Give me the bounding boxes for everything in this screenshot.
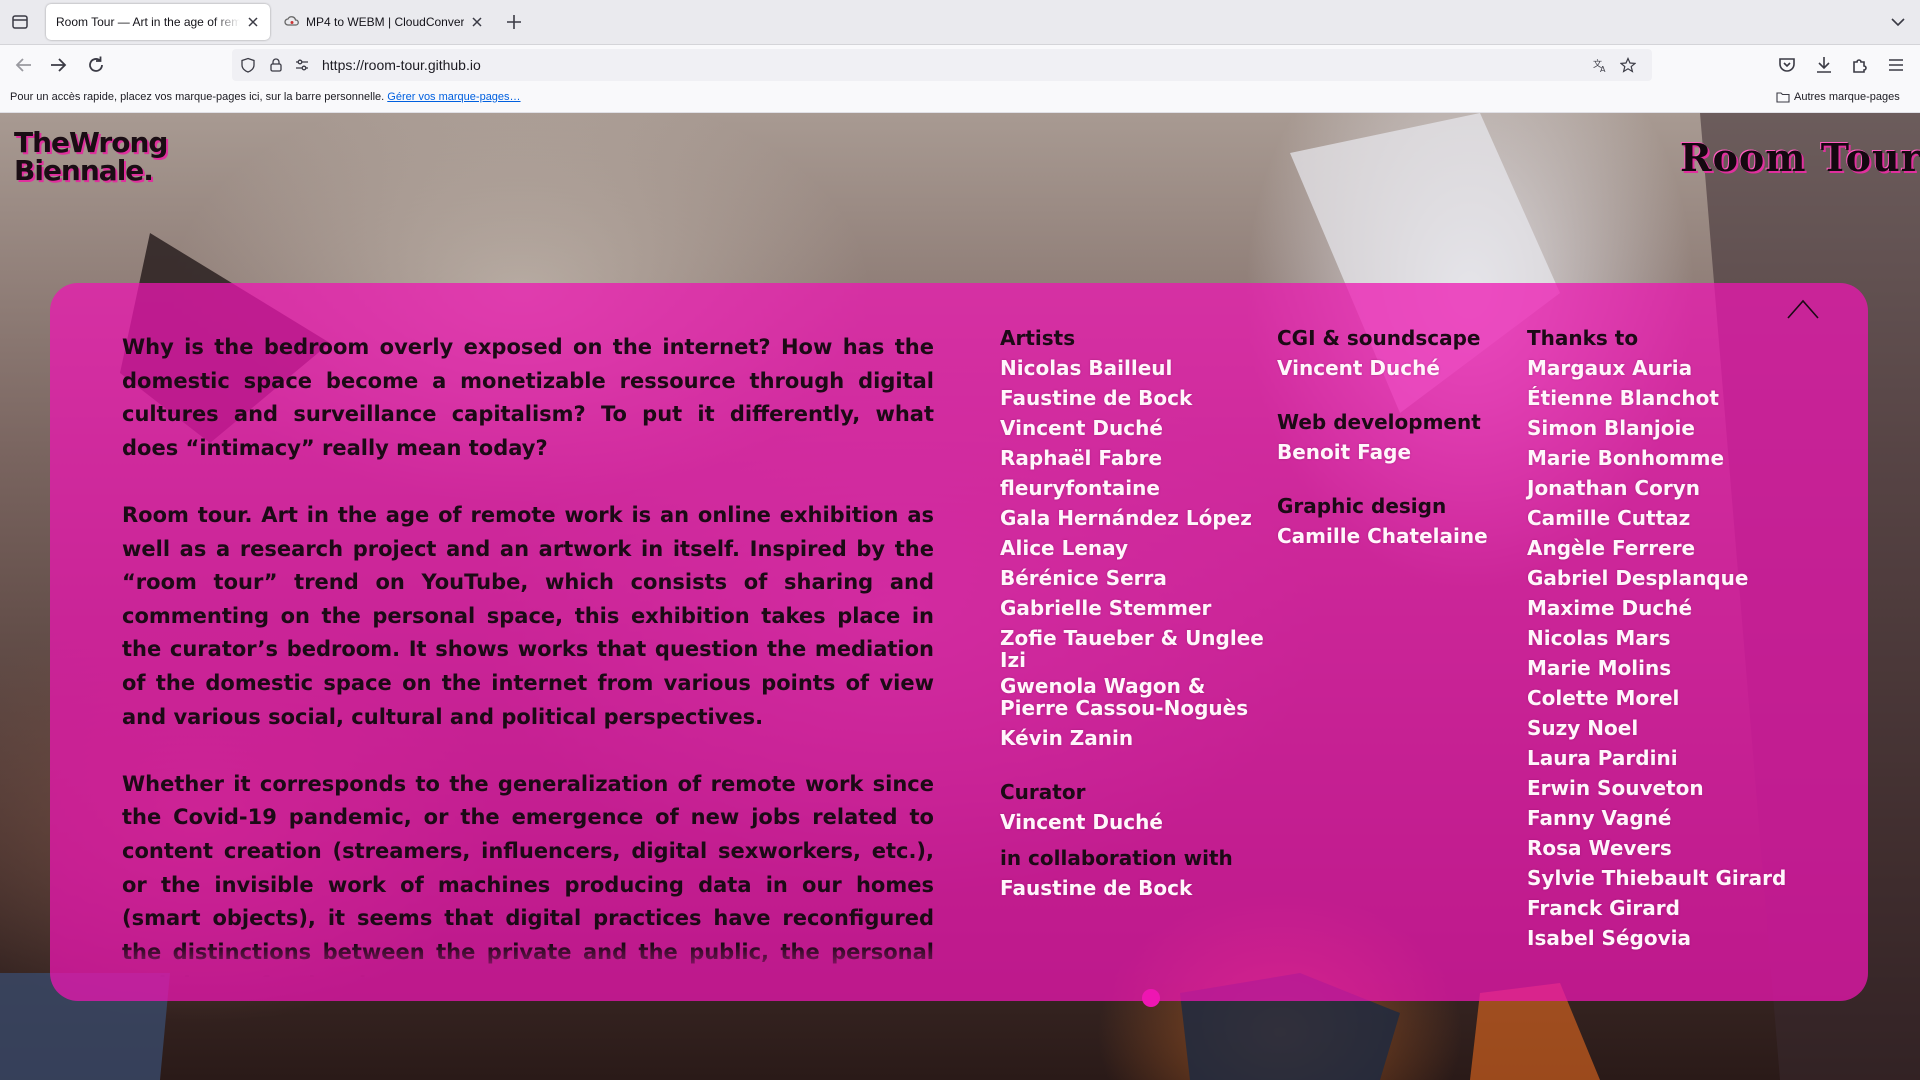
thanks-name: Marie Bonhomme xyxy=(1527,446,1725,470)
thanks-name: Isabel Ségovia xyxy=(1527,926,1691,950)
artist-name: Gala Hernández López xyxy=(1000,506,1252,530)
collaborator-name: Faustine de Bock xyxy=(1000,876,1193,900)
cgi-heading: CGI & soundscape xyxy=(1277,326,1481,350)
forward-arrow-icon[interactable] xyxy=(46,53,70,77)
address-bar[interactable]: https://room-tour.github.io 文 A xyxy=(232,49,1652,81)
thanks-name: Sylvie Thiebault Girard xyxy=(1527,866,1787,890)
navigation-toolbar: https://room-tour.github.io 文 A xyxy=(0,45,1920,85)
artist-name: Faustine de Bock xyxy=(1000,386,1193,410)
cloudconvert-favicon-icon xyxy=(284,16,299,26)
artist-name: Gabrielle Stemmer xyxy=(1000,596,1212,620)
info-panel: Why is the bedroom overly exposed on the… xyxy=(50,283,1868,1001)
manage-bookmarks-link[interactable]: Gérer vos marque-pages… xyxy=(387,91,520,103)
artists-column: Artists Nicolas Bailleul Faustine de Boc… xyxy=(1000,323,1270,903)
graphic-design-name: Camille Chatelaine xyxy=(1277,524,1488,548)
thanks-column: Thanks to Margaux Auria Étienne Blanchot… xyxy=(1527,323,1817,953)
tab-list-icon[interactable] xyxy=(8,10,32,34)
new-tab-icon[interactable] xyxy=(504,12,524,32)
menu-icon[interactable] xyxy=(1884,53,1908,77)
bookmarks-hint: Pour un accès rapide, placez vos marque-… xyxy=(10,91,521,103)
artist-name: Gwenola Wagon & Pierre Cassou-Noguès xyxy=(1000,674,1249,720)
thanks-name: Erwin Souveton xyxy=(1527,776,1704,800)
translate-icon[interactable]: 文 A xyxy=(1592,57,1608,73)
permissions-icon[interactable] xyxy=(294,57,310,73)
thanks-name: Franck Girard xyxy=(1527,896,1680,920)
thanks-name: Maxime Duché xyxy=(1527,596,1693,620)
thanks-name: Laura Pardini xyxy=(1527,746,1678,770)
thanks-name: Simon Blanjoie xyxy=(1527,416,1695,440)
reload-icon[interactable] xyxy=(84,53,108,77)
thanks-name: Marie Molins xyxy=(1527,656,1672,680)
back-arrow-icon[interactable] xyxy=(12,53,36,77)
thanks-name: Margaux Auria xyxy=(1527,356,1693,380)
intro-text: Why is the bedroom overly exposed on the… xyxy=(122,331,934,977)
bookmarks-toolbar: Pour un accès rapide, placez vos marque-… xyxy=(0,85,1920,113)
download-icon[interactable] xyxy=(1812,53,1836,77)
intro-paragraph: Room tour. Art in the age of remote work… xyxy=(122,502,934,729)
cgi-name: Vincent Duché xyxy=(1277,356,1440,380)
thanks-name: Rosa Wevers xyxy=(1527,836,1672,860)
site-title: Room Tour xyxy=(1680,135,1920,180)
tab-cloudconvert[interactable]: MP4 to WEBM | CloudConvert xyxy=(274,4,494,40)
tab-room-tour[interactable]: Room Tour — Art in the age of remote wor… xyxy=(46,4,270,40)
tab-title: Room Tour — Art in the age of remote wor… xyxy=(56,15,240,29)
tab-title: MP4 to WEBM | CloudConvert xyxy=(306,15,464,29)
wrong-biennale-logo[interactable]: TheWrong Biennale. xyxy=(14,126,168,187)
thanks-name: Jonathan Coryn xyxy=(1527,476,1700,500)
thanks-name: Angèle Ferrere xyxy=(1527,536,1696,560)
thanks-name: Étienne Blanchot xyxy=(1527,386,1719,410)
bookmarks-hint-text: Pour un accès rapide, placez vos marque-… xyxy=(10,91,385,103)
artist-name: Zofie Taueber & Unglee Izi xyxy=(1000,626,1264,672)
artist-name: Nicolas Bailleul xyxy=(1000,356,1173,380)
artist-name: Raphaël Fabre xyxy=(1000,446,1163,470)
artist-name: Kévin Zanin xyxy=(1000,726,1134,750)
artist-name: Vincent Duché xyxy=(1000,416,1163,440)
webdev-heading: Web development xyxy=(1277,410,1481,434)
thanks-name: Gabriel Desplanque xyxy=(1527,566,1749,590)
intro-paragraph: Whether it corresponds to the generaliza… xyxy=(122,771,934,977)
bookmark-star-icon[interactable] xyxy=(1620,57,1636,73)
artists-heading: Artists xyxy=(1000,326,1076,350)
page-viewport[interactable]: TheWrong Biennale. Room Tour Why is the … xyxy=(0,113,1920,1080)
webdev-name: Benoit Fage xyxy=(1277,440,1412,464)
curator-name: Vincent Duché xyxy=(1000,810,1163,834)
lock-icon[interactable] xyxy=(268,57,284,73)
collaboration-heading: in collaboration with xyxy=(1000,846,1233,870)
artist-name: Alice Lenay xyxy=(1000,536,1129,560)
svg-text:A: A xyxy=(1600,65,1606,73)
thanks-heading: Thanks to xyxy=(1527,326,1639,350)
production-column: CGI & soundscape Vincent Duché Web devel… xyxy=(1277,323,1507,551)
close-tab-icon[interactable] xyxy=(470,15,484,29)
artist-name: fleuryfontaine xyxy=(1000,476,1160,500)
logo-line: Biennale. xyxy=(14,154,154,187)
thanks-name: Fanny Vagné xyxy=(1527,806,1672,830)
folder-icon xyxy=(1776,92,1790,103)
other-bookmarks-label: Autres marque-pages xyxy=(1794,91,1900,103)
thanks-name: Nicolas Mars xyxy=(1527,626,1671,650)
close-panel-icon[interactable] xyxy=(1785,295,1821,321)
thanks-name: Suzy Noel xyxy=(1527,716,1639,740)
thanks-name: Camille Cuttaz xyxy=(1527,506,1691,530)
curator-heading: Curator xyxy=(1000,780,1086,804)
url-text: https://room-tour.github.io xyxy=(322,57,481,73)
extensions-icon[interactable] xyxy=(1848,53,1872,77)
artist-name: Bérénice Serra xyxy=(1000,566,1167,590)
logo-line: TheWrong xyxy=(14,126,168,159)
chevron-down-icon[interactable] xyxy=(1888,12,1908,32)
other-bookmarks-button[interactable]: Autres marque-pages xyxy=(1776,91,1900,103)
intro-paragraph: Why is the bedroom overly exposed on the… xyxy=(122,335,934,460)
thanks-name: Colette Morel xyxy=(1527,686,1680,710)
pocket-icon[interactable] xyxy=(1775,53,1799,77)
close-tab-icon[interactable] xyxy=(246,15,260,29)
browser-tab-bar: Room Tour — Art in the age of remote wor… xyxy=(0,0,1920,45)
graphic-design-heading: Graphic design xyxy=(1277,494,1447,518)
navigation-dot[interactable] xyxy=(1142,989,1160,1007)
shield-icon[interactable] xyxy=(240,57,256,73)
